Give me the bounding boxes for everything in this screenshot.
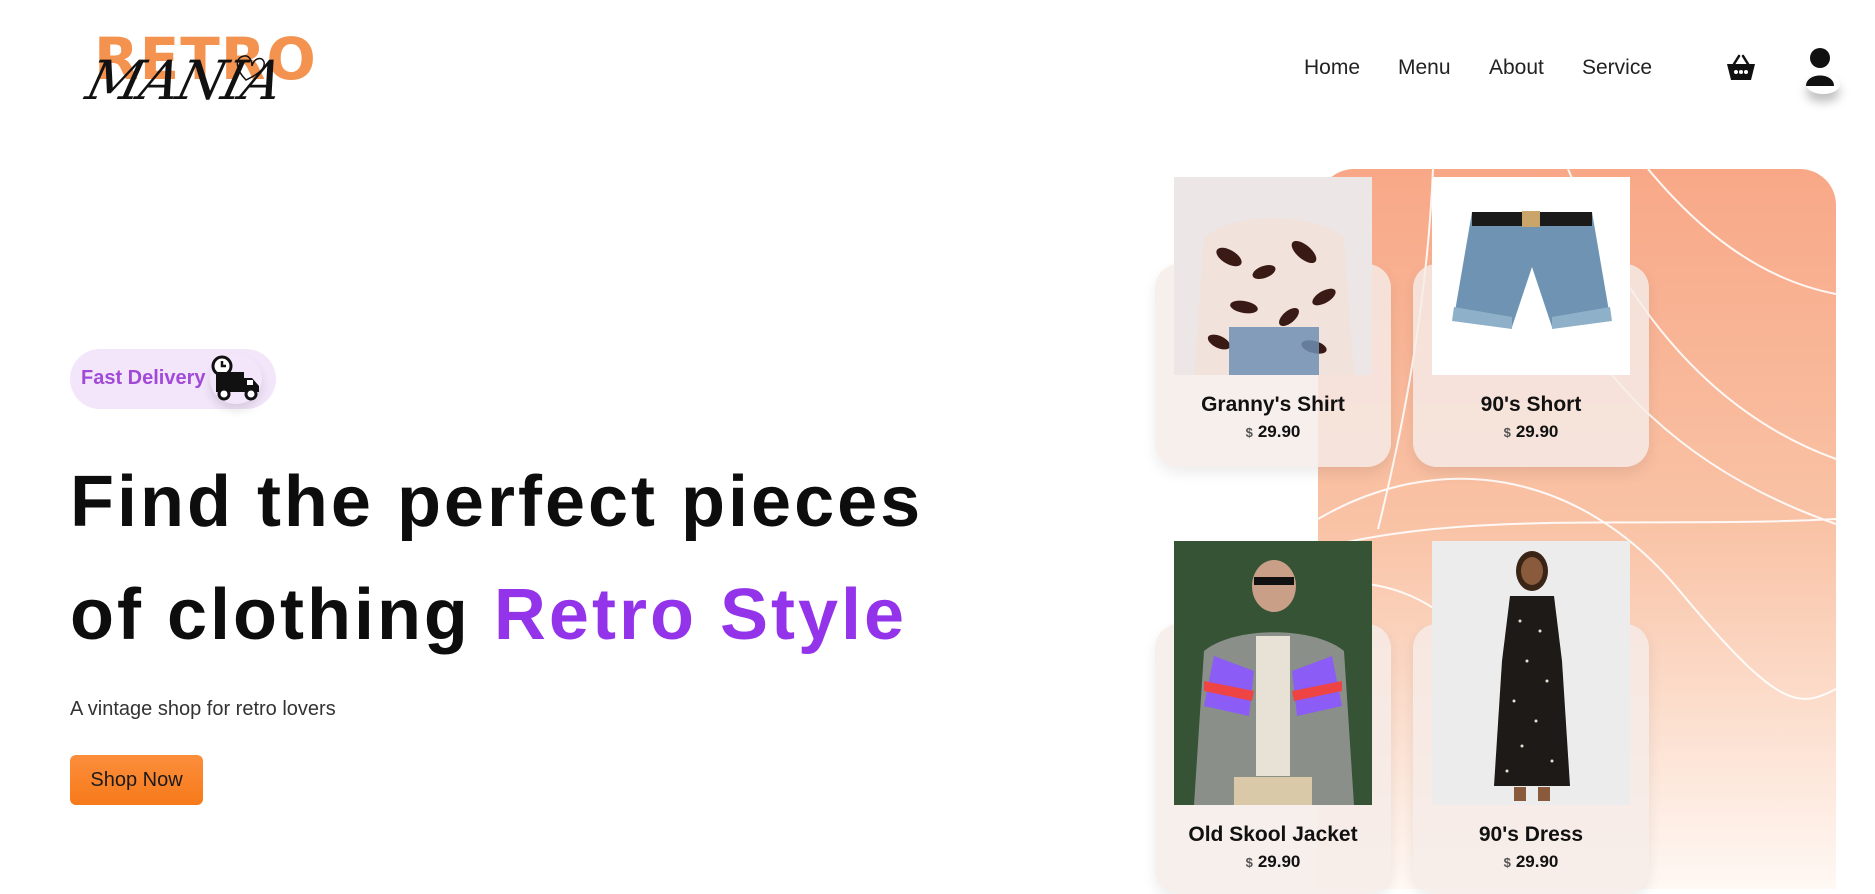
nav-menu[interactable]: Menu (1398, 56, 1451, 80)
price-value: 29.90 (1515, 852, 1559, 871)
hero-subtitle: A vintage shop for retro lovers (70, 698, 336, 720)
product-name: 90's Short (1480, 393, 1582, 416)
price-value: 29.90 (1515, 422, 1559, 441)
product-price: $29.90 (1155, 422, 1391, 442)
cart-button[interactable] (1725, 52, 1757, 84)
product-name: 90's Dress (1478, 823, 1584, 846)
fast-delivery-badge: Fast Delivery (70, 349, 276, 409)
price-value: 29.90 (1257, 422, 1301, 441)
product-name: Granny's Shirt (1201, 393, 1345, 416)
product-price: $29.90 (1155, 852, 1391, 872)
basket-icon (1727, 54, 1755, 80)
hero-title-line1: Find the perfect pieces (70, 462, 924, 542)
currency-symbol: $ (1503, 425, 1511, 440)
product-price: $29.90 (1413, 852, 1649, 872)
shop-now-button[interactable]: Shop Now (70, 755, 203, 805)
user-icon (1806, 48, 1834, 86)
nav-about[interactable]: About (1489, 56, 1544, 80)
heart-icon (236, 55, 265, 81)
hero-title-accent: Retro Style (493, 575, 908, 655)
currency-symbol: $ (1503, 855, 1511, 870)
product-name: Old Skool Jacket (1188, 823, 1358, 846)
currency-symbol: $ (1245, 425, 1253, 440)
nav-home[interactable]: Home (1304, 56, 1360, 80)
currency-symbol: $ (1245, 855, 1253, 870)
price-value: 29.90 (1257, 852, 1301, 871)
user-account-button[interactable] (1800, 46, 1840, 88)
brand-logo[interactable]: RETRO MANIA (80, 30, 316, 112)
nav-service[interactable]: Service (1582, 56, 1652, 80)
truck-wrap (210, 354, 262, 404)
hero-title-line2: of clothing (70, 575, 494, 655)
hero-title: Find the perfect pieces of clothing Retr… (70, 446, 923, 672)
product-image-90s-short[interactable] (1432, 177, 1630, 375)
product-image-90s-dress[interactable] (1432, 541, 1630, 805)
product-image-grannys-shirt[interactable] (1174, 177, 1372, 375)
delivery-truck-icon (211, 355, 259, 401)
product-image-old-skool-jacket[interactable] (1174, 541, 1372, 805)
badge-label: Fast Delivery (81, 367, 206, 389)
product-price: $29.90 (1413, 422, 1649, 442)
